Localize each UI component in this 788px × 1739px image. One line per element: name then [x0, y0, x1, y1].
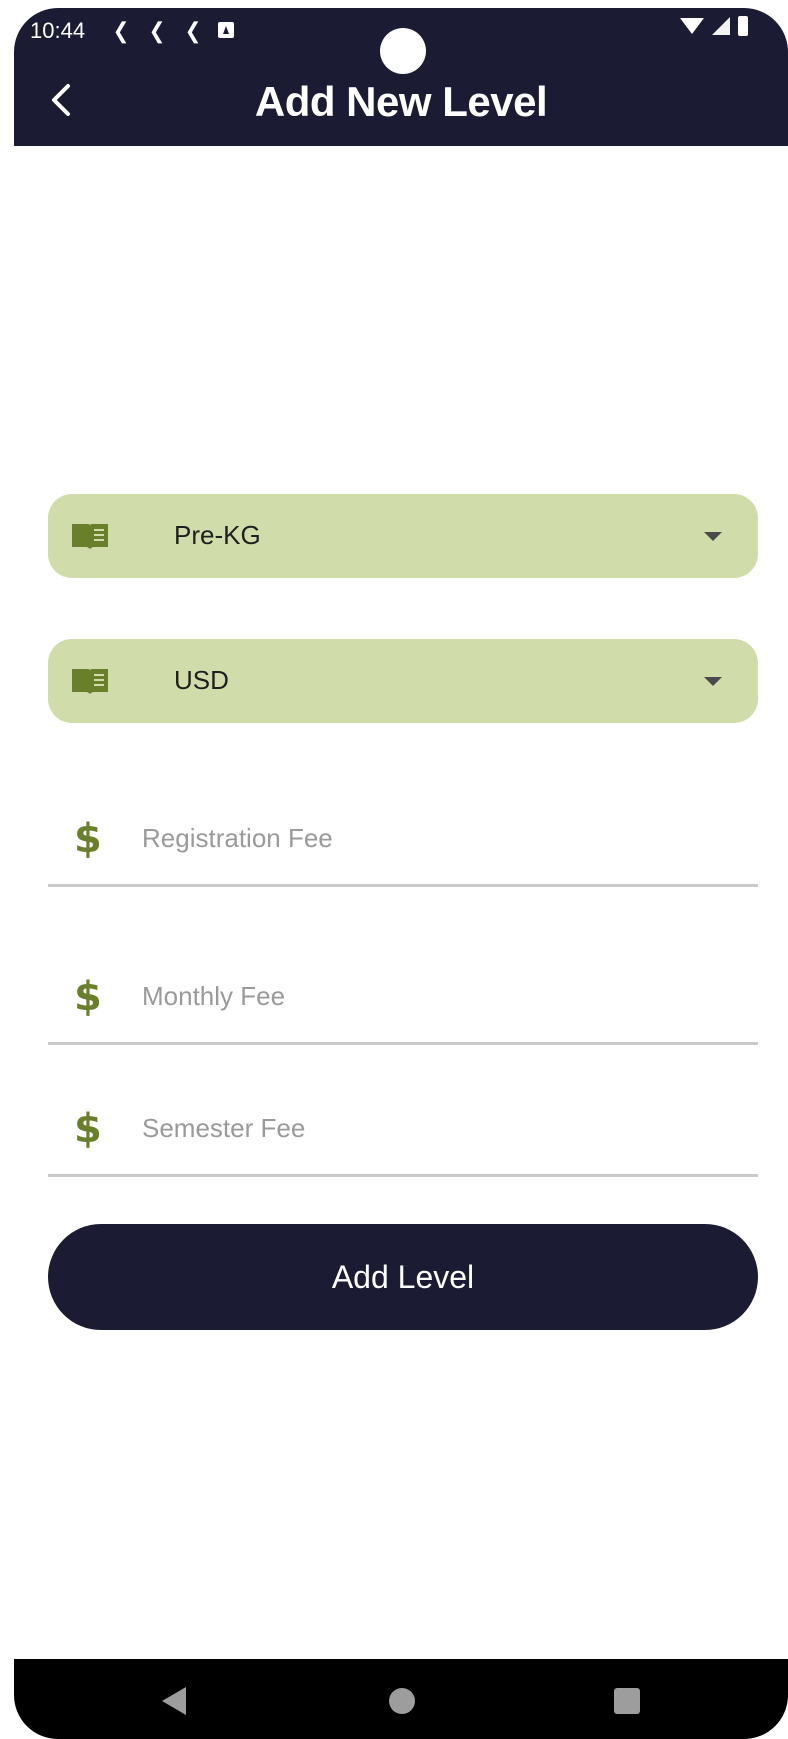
monthly-fee-field: $: [48, 952, 758, 1045]
wifi-icon: [680, 18, 704, 34]
currency-dropdown-value: USD: [174, 665, 229, 695]
app-bar: 10:44 ❮ ❮ ❮ Add New Level: [14, 8, 788, 146]
level-dropdown-value: Pre-KG: [174, 520, 261, 550]
add-level-button[interactable]: Add Level: [48, 1224, 758, 1330]
flutter-icon: ❮: [184, 18, 202, 43]
book-icon: [72, 524, 108, 549]
registration-fee-input[interactable]: [140, 814, 724, 862]
book-icon: [72, 669, 108, 694]
page-title: Add New Level: [254, 78, 548, 125]
home-icon[interactable]: [389, 1688, 415, 1714]
caret-down-icon: [704, 532, 722, 541]
status-notifications: ❮ ❮ ❮: [110, 18, 234, 44]
dollar-icon: $: [74, 1106, 102, 1152]
camera-cutout: [380, 28, 426, 74]
status-system-icons: [680, 16, 748, 36]
dollar-icon: $: [74, 974, 102, 1020]
flutter-icon: ❮: [112, 18, 130, 43]
status-time: 10:44: [30, 18, 86, 43]
recents-icon[interactable]: [614, 1688, 640, 1714]
caret-down-icon: [704, 677, 722, 686]
system-nav-bar: [14, 1659, 788, 1739]
notification-icon: [218, 22, 234, 38]
semester-fee-input[interactable]: [140, 1104, 724, 1152]
battery-icon: [738, 16, 748, 36]
monthly-fee-input[interactable]: [140, 972, 724, 1020]
dollar-icon: $: [74, 816, 102, 862]
registration-fee-field: $: [48, 794, 758, 887]
level-dropdown[interactable]: Pre-KG: [48, 494, 758, 578]
back-icon[interactable]: [162, 1687, 186, 1715]
flutter-icon: ❮: [148, 18, 166, 43]
phone-screen: 10:44 ❮ ❮ ❮ Add New Level Pre-KG USD $ R…: [14, 8, 788, 1739]
semester-fee-field: $: [48, 1084, 758, 1177]
signal-icon: [712, 17, 730, 35]
currency-dropdown[interactable]: USD: [48, 639, 758, 723]
